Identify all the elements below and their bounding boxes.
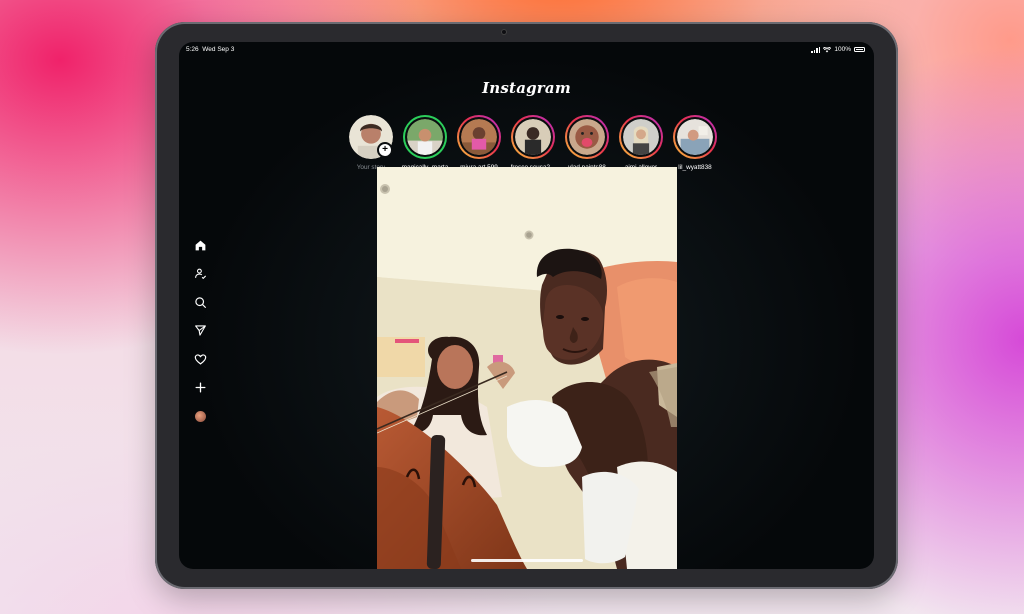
story-own[interactable]: + Your story [347,115,395,171]
profile-avatar [194,410,206,422]
nav-profile[interactable] [191,407,209,425]
search-icon [194,296,206,308]
story-username: lil_wyatt838 [678,164,712,171]
story-avatar [461,119,497,155]
cellular-signal-icon [811,46,821,53]
home-indicator[interactable] [471,559,583,562]
story-avatar [677,119,713,155]
battery-percent: 100% [834,46,851,53]
story-avatar [623,119,659,155]
story-avatar [515,119,551,155]
nav-home[interactable] [191,236,209,254]
story-item[interactable]: lil_wyatt838 [671,115,719,171]
app-screen: 5:26 Wed Sep 3 100% Instagram + Your sto… [179,42,874,569]
story-item[interactable]: vlad.paints88 [563,115,611,171]
sidebar-nav [191,236,209,436]
stories-tray: + Your story magicall [347,115,719,171]
wifi-icon [823,46,832,52]
story-item[interactable]: magically_marta [401,115,449,171]
story-media-viewer[interactable] [377,167,677,569]
people-icon [194,268,206,280]
nav-search[interactable] [191,293,209,311]
status-date: Wed Sep 3 [202,46,235,53]
home-icon [195,240,205,250]
nav-reels-people[interactable] [191,265,209,283]
send-icon [194,325,206,336]
story-item[interactable]: miura.art.599 [455,115,503,171]
ipad-device: 5:26 Wed Sep 3 100% Instagram + Your sto… [155,22,898,589]
story-photo [377,167,677,569]
nav-create[interactable] [191,379,209,397]
plus-icon [195,382,205,393]
status-time: 5:26 [186,46,199,53]
add-story-button[interactable]: + [377,142,393,158]
story-item[interactable]: aimi.allover [617,115,665,171]
instagram-logo[interactable]: Instagram [179,79,874,97]
battery-icon [854,47,865,52]
story-avatar [569,119,605,155]
status-bar: 5:26 Wed Sep 3 100% [179,42,874,56]
heart-icon [194,353,206,365]
story-item[interactable]: fresco.scusa2... [509,115,557,171]
story-avatar [407,119,443,155]
nav-messages[interactable] [191,322,209,340]
nav-notifications[interactable] [191,350,209,368]
front-camera [501,29,507,35]
